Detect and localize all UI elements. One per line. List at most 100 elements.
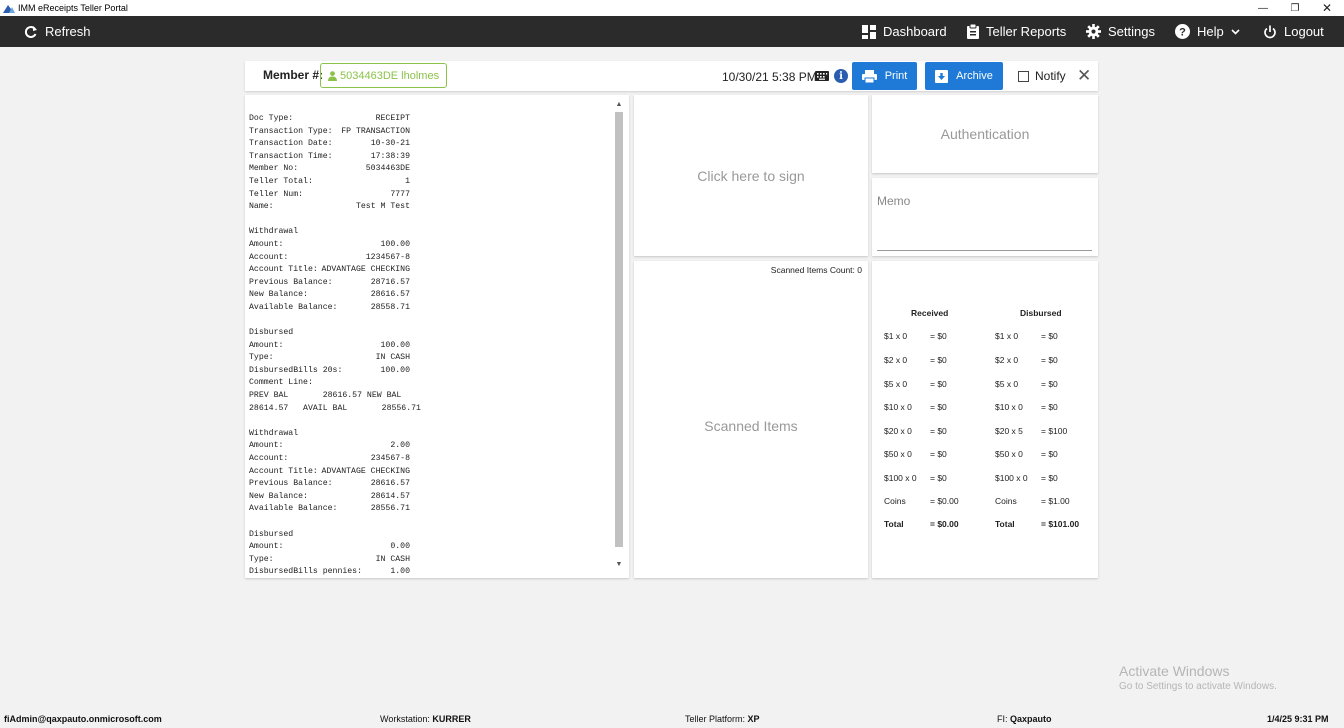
scroll-up-icon[interactable]: ▲ [615, 101, 623, 108]
receipt-line-value: 17:38:39 [370, 151, 410, 161]
notify-label: Notify [1035, 69, 1066, 83]
settings-nav[interactable]: Settings [1086, 16, 1155, 47]
title-bar: IMM eReceipts Teller Portal [0, 0, 1344, 16]
receipt-line: Withdrawal [249, 428, 614, 441]
receipt-line-key: Withdrawal [249, 428, 299, 438]
disbursed-amount: = $0 [1041, 355, 1058, 365]
received-header: Received [911, 308, 949, 318]
activate-windows-hint: Go to Settings to activate Windows. [1119, 681, 1277, 692]
receipt-line-key: Comment Line: [249, 378, 313, 388]
scroll-down-icon[interactable]: ▼ [615, 561, 623, 568]
disbursed-amount: = $100 [1041, 426, 1068, 436]
refresh-icon [25, 25, 37, 38]
logout-label: Logout [1284, 24, 1324, 39]
receipt-line-value: 10-30-21 [370, 139, 410, 149]
receipt-panel: Doc Type: RECEIPT Transaction Type: FP TRAN… [245, 95, 629, 578]
status-datetime: 1/4/25 9:31 PM [1267, 714, 1329, 724]
received-denomination: Total [884, 519, 904, 529]
receipt-scrollbar[interactable]: ▲ ▼ [613, 99, 624, 573]
status-fi: FI: Qaxpauto [997, 714, 1052, 724]
receipt-line-value: 100.00 [380, 365, 410, 375]
disbursed-amount: = $0 [1041, 331, 1058, 341]
receipt-line-value: ADVANTAGE CHECKING [321, 265, 410, 275]
receipt-line-value: 28616.57 [370, 290, 410, 300]
receipt-line-value: 28556.71 [370, 504, 410, 514]
window-close-button[interactable]: ✕ [1312, 0, 1342, 16]
refresh-button[interactable]: Refresh [24, 16, 91, 47]
disbursed-denomination: $10 x 0 [995, 402, 1023, 412]
info-icon[interactable]: i [834, 69, 848, 83]
help-label: Help [1197, 24, 1224, 39]
receipt-line-key: Teller Num: [249, 189, 304, 199]
receipt-line: Account Title: ADVANTAGE CHECKING [249, 264, 614, 277]
receipt-line: Account Title: ADVANTAGE CHECKING [249, 466, 614, 479]
memo-panel: Memo [872, 178, 1098, 256]
receipt-line-value: FP TRANSACTION [341, 126, 410, 136]
power-icon [1264, 25, 1276, 38]
dashboard-label: Dashboard [883, 24, 947, 39]
teller-reports-nav[interactable]: Teller Reports [967, 16, 1066, 47]
received-amount: = $0 [930, 426, 947, 436]
member-label: Member #: [263, 68, 324, 82]
receipt-line: Comment Line: [249, 377, 614, 390]
disbursed-amount: = $0 [1041, 473, 1058, 483]
receipt-line-value: 100.00 [380, 239, 410, 249]
memo-input[interactable] [877, 250, 1092, 251]
receipt-line-value: 28716.57 [370, 277, 410, 287]
receipt-line: Amount: 100.00 [249, 239, 614, 252]
received-denomination: $10 x 0 [884, 402, 912, 412]
keyboard-icon[interactable] [815, 71, 829, 81]
minimize-button[interactable]: — [1248, 0, 1278, 16]
received-denomination: $20 x 0 [884, 426, 912, 436]
teller-reports-label: Teller Reports [986, 24, 1067, 39]
authentication-panel: Authentication [872, 95, 1098, 173]
receipt-line-value: 0.00 [390, 542, 410, 552]
chevron-down-icon [1231, 28, 1240, 35]
receipt-line-value: 1.00 [390, 567, 410, 577]
restore-button[interactable]: ❐ [1280, 0, 1310, 16]
receipt-line: Type: IN CASH [249, 554, 614, 567]
signature-pad[interactable]: Click here to sign [634, 95, 868, 256]
receipt-line-key: DisbursedBills pennies: [249, 567, 363, 577]
authentication-label: Authentication [940, 126, 1030, 142]
receipt-line-key: Disbursed [249, 328, 294, 338]
received-amount: = $0 [930, 402, 947, 412]
receipt-line: Disbursed [249, 327, 614, 340]
status-platform: Teller Platform: XP [685, 714, 760, 724]
top-navbar: Refresh Dashboard Teller Reports Setting… [0, 16, 1344, 47]
scanned-items-panel: Scanned Items Count: 0 Scanned Items [634, 261, 868, 578]
disbursed-denomination: $5 x 0 [995, 379, 1019, 389]
scrollbar-thumb[interactable] [615, 112, 623, 547]
archive-button[interactable]: Archive [925, 62, 1003, 90]
received-amount: = $0 [930, 473, 947, 483]
printer-icon [861, 69, 877, 83]
receipt-line-key: Disbursed [249, 529, 294, 539]
received-denomination: $2 x 0 [884, 355, 908, 365]
receipt-line: Name: Test M Test [249, 201, 614, 214]
notify-checkbox[interactable]: Notify [1018, 69, 1066, 83]
receipt-line-key: 28614.57 AVAIL BAL 28556.71 [249, 403, 421, 413]
receipt-line: Amount: 100.00 [249, 340, 614, 353]
disbursed-amount: = $1.00 [1041, 496, 1070, 506]
help-nav[interactable]: ? Help [1175, 16, 1240, 47]
activate-windows-watermark: Activate Windows [1119, 663, 1230, 679]
user-icon [328, 70, 337, 81]
receipt-line: 28614.57 AVAIL BAL 28556.71 [249, 403, 614, 416]
receipt-line-key: Withdrawal [249, 227, 299, 237]
receipt-line: Withdrawal [249, 226, 614, 239]
receipt-line: Teller Total: 1 [249, 176, 614, 189]
help-icon: ? [1175, 24, 1190, 39]
refresh-label: Refresh [45, 24, 91, 39]
receipt-line: Account: 234567-8 [249, 453, 614, 466]
receipt-line: Doc Type: RECEIPT [249, 113, 614, 126]
close-icon[interactable]: ✕ [1077, 67, 1091, 84]
received-amount: = $0 [930, 355, 947, 365]
receipt-line: Transaction Date: 10-30-21 [249, 138, 614, 151]
dashboard-nav[interactable]: Dashboard [862, 16, 947, 47]
memo-label: Memo [877, 194, 911, 208]
print-label: Print [884, 70, 908, 82]
receipt-line-value: 28616.57 [370, 479, 410, 489]
print-button[interactable]: Print [852, 62, 917, 90]
logout-nav[interactable]: Logout [1263, 16, 1324, 47]
member-chip[interactable]: 5034463DE lholmes [320, 63, 447, 88]
